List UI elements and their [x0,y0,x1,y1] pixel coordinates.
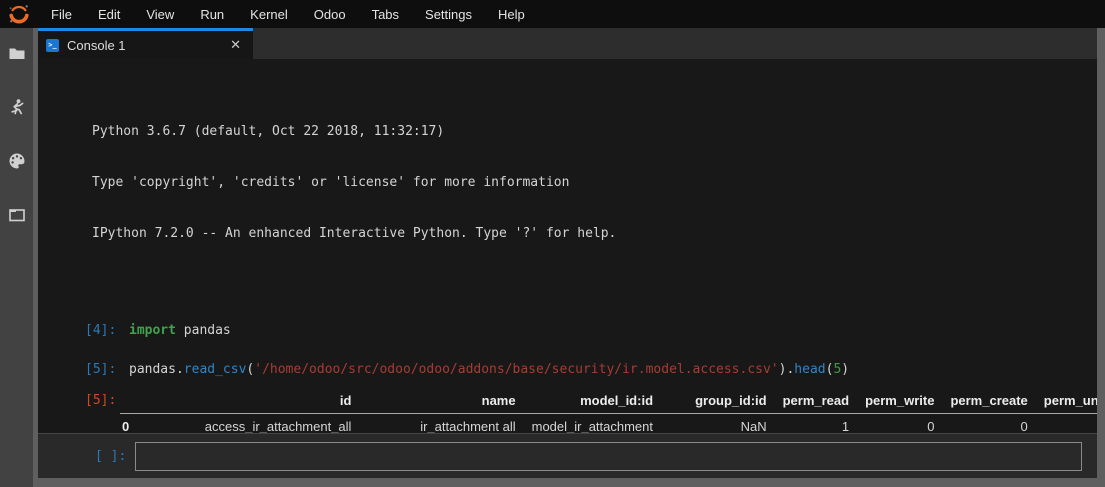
tab-console-1[interactable]: >_ Console 1 ✕ [38,28,253,59]
empty-input-prompt: [ ]: [95,449,126,464]
output-prompt-5: [5]: [85,393,120,408]
column-header: perm_write [849,388,934,414]
banner-line-3: IPython 7.2.0 -- An enhanced Interactive… [92,225,1097,242]
left-sidebar [0,28,33,487]
odoo-sh-logo [0,0,38,28]
tab-bar: >_ Console 1 ✕ [38,28,1097,59]
menu-item-file[interactable]: File [38,0,85,28]
tab-title: Console 1 [67,38,126,53]
code-token: head [794,362,825,377]
menu-items: File Edit View Run Kernel Odoo Tabs Sett… [38,0,538,28]
code-token: pandas [176,323,231,338]
column-header: perm_read [767,388,849,414]
code-line-4: import pandas [129,322,231,339]
menu-item-run[interactable]: Run [187,0,237,28]
column-header: group_id:id [653,388,767,414]
code-token: import [129,323,176,338]
console-scrollback: Python 3.6.7 (default, Oct 22 2018, 11:3… [38,59,1097,433]
command-palette-icon[interactable] [8,152,26,170]
file-browser-icon[interactable] [8,44,26,62]
dock-panel: >_ Console 1 ✕ Python 3.6.7 (default, Oc… [33,28,1105,487]
console-tab-icon: >_ [46,39,59,52]
column-header: id [136,388,351,414]
code-token: read_csv [184,362,247,377]
column-header: model_id:id [516,388,653,414]
corner-header [120,388,136,414]
code-cell-4: [4]: import pandas [85,322,1097,339]
tab-close-icon[interactable]: ✕ [226,35,245,55]
menu-item-help[interactable]: Help [485,0,538,28]
console-content: Python 3.6.7 (default, Oct 22 2018, 11:3… [38,59,1097,478]
banner-line-2: Type 'copyright', 'credits' or 'license'… [92,174,1097,191]
code-token: ). [779,362,795,377]
banner-line-1: Python 3.6.7 (default, Oct 22 2018, 11:3… [92,123,1097,140]
input-prompt-5: [5]: [85,361,129,378]
code-token: '/home/odoo/src/odoo/odoo/addons/base/se… [254,362,778,377]
column-header: perm_create [934,388,1027,414]
menu-item-view[interactable]: View [133,0,187,28]
menu-item-tabs[interactable]: Tabs [359,0,412,28]
code-input[interactable] [135,442,1082,471]
column-header: perm_unlink [1028,388,1097,414]
kernel-banner: Python 3.6.7 (default, Oct 22 2018, 11:3… [92,89,1097,276]
running-sessions-icon[interactable] [8,98,26,116]
console-panel: >_ Console 1 ✕ Python 3.6.7 (default, Oc… [38,28,1097,478]
code-line-5: pandas.read_csv('/home/odoo/src/odoo/odo… [129,361,849,378]
odoo-sh-logo-icon [8,3,30,25]
open-tabs-icon[interactable] [8,206,26,224]
input-prompt-4: [4]: [85,322,129,339]
menu-bar: File Edit View Run Kernel Odoo Tabs Sett… [0,0,1105,28]
code-token: ) [841,362,849,377]
code-cell-5: [5]: pandas.read_csv('/home/odoo/src/odo… [85,361,1097,378]
dataframe-header: id name model_id:id group_id:id perm_rea… [120,388,1097,414]
menu-item-odoo[interactable]: Odoo [301,0,359,28]
menu-item-settings[interactable]: Settings [412,0,485,28]
console-input-area: [ ]: [38,433,1097,478]
column-header: name [351,388,515,414]
menu-item-kernel[interactable]: Kernel [237,0,301,28]
menu-item-edit[interactable]: Edit [85,0,133,28]
code-token: pandas. [129,362,184,377]
